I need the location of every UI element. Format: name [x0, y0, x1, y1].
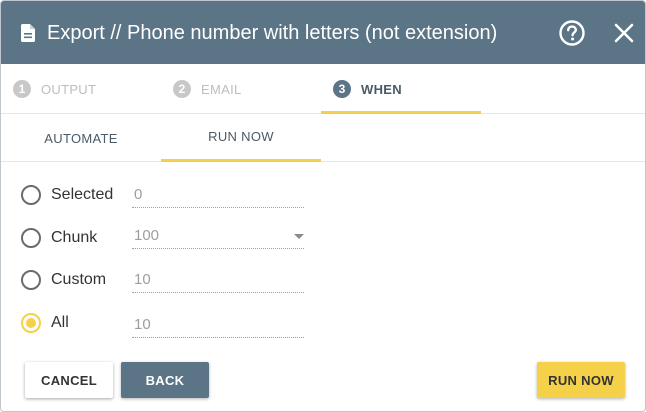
dialog-title: Export // Phone number with letters (not… [47, 22, 498, 44]
stepper: 1 OUTPUT 2 EMAIL 3 WHEN [1, 64, 645, 114]
radio-selected[interactable] [21, 185, 41, 205]
selected-count-field: 0 [132, 182, 304, 208]
step-number: 1 [13, 80, 31, 98]
close-icon[interactable] [613, 22, 635, 44]
step-output[interactable]: 1 OUTPUT [13, 64, 96, 114]
dropdown-arrow-icon [294, 234, 304, 239]
option-label: Chunk [51, 229, 98, 246]
step-when[interactable]: 3 WHEN [333, 64, 402, 114]
back-button[interactable]: BACK [121, 362, 209, 398]
tab-automate[interactable]: AUTOMATE [1, 114, 161, 162]
radio-chunk[interactable] [21, 228, 41, 248]
option-all[interactable]: All [21, 310, 69, 336]
radio-all[interactable] [21, 313, 41, 333]
chunk-size-value: 100 [134, 227, 160, 244]
step-label: OUTPUT [41, 81, 97, 97]
dialog-header: Export // Phone number with letters (not… [1, 1, 645, 64]
custom-count-input[interactable] [132, 267, 304, 293]
option-label: Custom [51, 271, 107, 288]
option-selected[interactable]: Selected [21, 182, 113, 208]
step-email[interactable]: 2 EMAIL [173, 64, 242, 114]
step-number: 3 [333, 80, 351, 98]
chunk-size-select[interactable]: 100 [132, 223, 304, 249]
document-icon [21, 24, 35, 42]
option-label: All [51, 314, 69, 331]
radio-custom[interactable] [21, 270, 41, 290]
option-custom[interactable]: Custom [21, 267, 106, 293]
option-chunk[interactable]: Chunk [21, 225, 97, 251]
radio-dot [26, 318, 36, 328]
step-label: EMAIL [201, 81, 242, 97]
step-label: WHEN [361, 81, 402, 97]
option-label: Selected [51, 186, 114, 203]
subtabs: AUTOMATE RUN NOW [1, 114, 645, 162]
cancel-button[interactable]: CANCEL [25, 362, 113, 398]
step-number: 2 [173, 80, 191, 98]
run-now-button[interactable]: RUN NOW [537, 362, 625, 398]
help-icon[interactable] [558, 19, 586, 47]
export-dialog: Export // Phone number with letters (not… [0, 0, 646, 412]
all-count-field: 10 [132, 312, 304, 338]
tab-run-now[interactable]: RUN NOW [161, 114, 321, 162]
